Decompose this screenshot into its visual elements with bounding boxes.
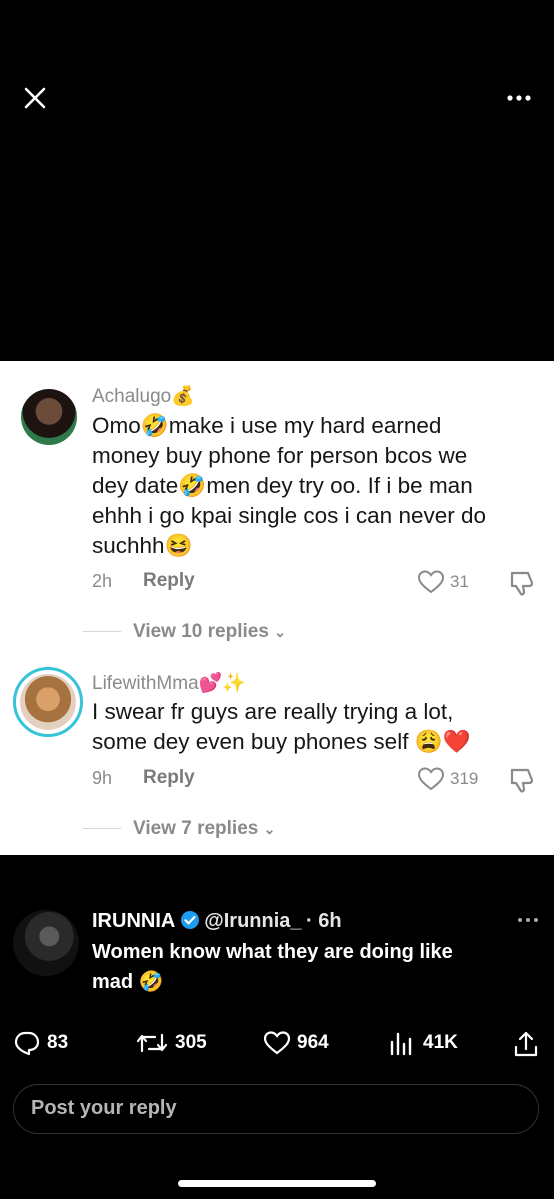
dislike-icon[interactable] (507, 766, 535, 794)
view-replies-button[interactable]: View 10 replies ⌄ (133, 621, 286, 643)
share-icon[interactable] (513, 1030, 539, 1058)
views-chart-icon (390, 1032, 412, 1056)
reply-button[interactable]: Reply (143, 570, 195, 592)
like-action[interactable]: 964 (263, 1030, 329, 1056)
more-horizontal-icon[interactable] (516, 912, 540, 928)
tweet-time: · 6h (306, 910, 342, 932)
view-replies-label: View 10 replies (133, 621, 269, 642)
tweet-line: mad 🤣 (92, 971, 164, 993)
comment-time: 2h (92, 571, 113, 591)
reply-action[interactable]: 83 (13, 1030, 68, 1056)
divider (83, 631, 121, 632)
heart-icon[interactable] (417, 766, 445, 792)
tweet-text: Women know what they are doing like mad … (92, 937, 542, 997)
comment-line: ehhh i go kpai single cos i can never do (92, 503, 487, 528)
retweet-icon (136, 1033, 168, 1053)
like-count: 319 (450, 769, 479, 788)
views-action[interactable]: 41K (389, 1030, 458, 1056)
retweet-count: 305 (175, 1032, 207, 1053)
comment-text: Omo🤣make i use my hard earned money buy … (92, 411, 542, 561)
heart-icon[interactable] (417, 569, 445, 595)
reply-placeholder: Post your reply (31, 1097, 177, 1119)
verified-badge-icon (180, 911, 199, 929)
view-replies-button[interactable]: View 7 replies ⌄ (133, 818, 275, 840)
comment-line: Omo🤣make i use my hard earned (92, 413, 442, 438)
tweet-header: IRUNNIA @Irunnia_ · 6h (92, 910, 342, 933)
reply-button[interactable]: Reply (143, 767, 195, 789)
comment-line: suchhh😆 (92, 533, 193, 558)
like-count: 964 (297, 1032, 329, 1053)
divider (83, 828, 121, 829)
comment-line: I swear fr guys are really trying a lot, (92, 699, 454, 724)
more-horizontal-icon[interactable] (506, 88, 532, 108)
comment-username: LifewithMma💕✨ (92, 673, 246, 694)
comment-line: some dey even buy phones self 😩❤️ (92, 729, 471, 754)
comment-time: 9h (92, 768, 113, 788)
retweet-action[interactable]: 305 (135, 1030, 207, 1056)
comment-text: I swear fr guys are really trying a lot,… (92, 697, 542, 757)
avatar[interactable] (13, 910, 79, 976)
reply-bubble-icon (14, 1031, 40, 1056)
dislike-icon[interactable] (507, 569, 535, 597)
chevron-down-icon: ⌄ (263, 821, 276, 837)
comment-username: Achalugo💰 (92, 386, 195, 407)
author-handle[interactable]: @Irunnia_ (204, 910, 301, 932)
author-name[interactable]: IRUNNIA (92, 910, 175, 932)
heart-icon (263, 1031, 291, 1055)
comment-line: money buy phone for person bcos we (92, 443, 468, 468)
chevron-down-icon: ⌄ (274, 624, 286, 640)
avatar (20, 674, 76, 730)
view-replies-label: View 7 replies (133, 818, 259, 839)
reply-count: 83 (47, 1032, 69, 1053)
close-icon[interactable] (22, 86, 48, 110)
view-count: 41K (423, 1032, 458, 1053)
comment-line: dey date🤣men dey try oo. If i be man (92, 473, 473, 498)
home-indicator[interactable] (178, 1180, 376, 1187)
tweet-line: Women know what they are doing like (92, 941, 453, 963)
avatar (21, 389, 77, 445)
like-count: 31 (450, 572, 469, 591)
